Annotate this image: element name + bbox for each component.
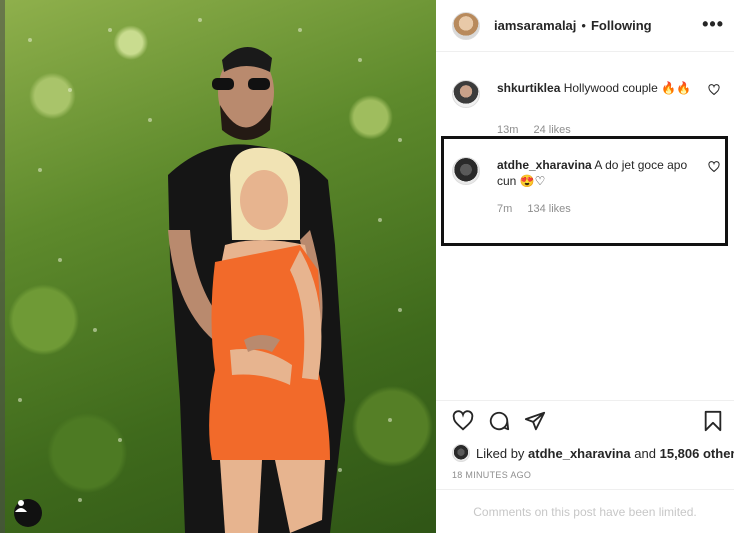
- liked-by-joiner: and: [634, 445, 656, 461]
- heart-icon[interactable]: [708, 84, 720, 96]
- comment-username[interactable]: shkurtiklea: [497, 81, 560, 95]
- comment-time[interactable]: 13m: [497, 124, 518, 136]
- post-photo[interactable]: [0, 0, 436, 533]
- post-header: iamsaramalaj • Following •••: [436, 0, 734, 52]
- comments-limited-notice: Comments on this post have been limited.: [436, 489, 734, 533]
- author-avatar[interactable]: [452, 11, 480, 40]
- header-separator: •: [581, 18, 586, 33]
- comment-text: Hollywood couple 🔥🔥: [563, 81, 691, 95]
- post-side-panel: iamsaramalaj • Following ••• shkurtiklea…: [436, 0, 734, 533]
- post-timestamp[interactable]: 18 MINUTES AGO: [452, 470, 531, 480]
- comment-avatar[interactable]: [452, 80, 480, 108]
- likes-others-link[interactable]: 15,806 others: [660, 446, 734, 461]
- comment-body: shkurtiklea Hollywood couple 🔥🔥: [497, 80, 697, 96]
- couple-illustration: [18, 18, 402, 533]
- user-icon: [15, 500, 27, 512]
- more-icon[interactable]: •••: [702, 14, 724, 35]
- liker-avatar[interactable]: [452, 444, 470, 462]
- liked-by-prefix: Liked by: [476, 445, 525, 461]
- heart-icon[interactable]: [452, 410, 474, 432]
- comment-likes[interactable]: 24 likes: [533, 124, 570, 136]
- comment-icon[interactable]: [488, 410, 510, 432]
- share-icon[interactable]: [524, 410, 546, 432]
- liker-username[interactable]: atdhe_xharavina: [528, 446, 631, 461]
- following-button[interactable]: Following: [591, 18, 652, 33]
- author-username[interactable]: iamsaramalaj: [494, 18, 576, 33]
- likes-summary: Liked by atdhe_xharavina and 15,806 othe…: [452, 444, 734, 462]
- tagged-users-button[interactable]: [14, 499, 42, 527]
- comment-meta: 13m 24 likes: [497, 124, 583, 136]
- bookmark-icon[interactable]: [702, 410, 724, 432]
- comment-highlight-box: [441, 136, 728, 246]
- post-actions: Liked by atdhe_xharavina and 15,806 othe…: [436, 400, 734, 533]
